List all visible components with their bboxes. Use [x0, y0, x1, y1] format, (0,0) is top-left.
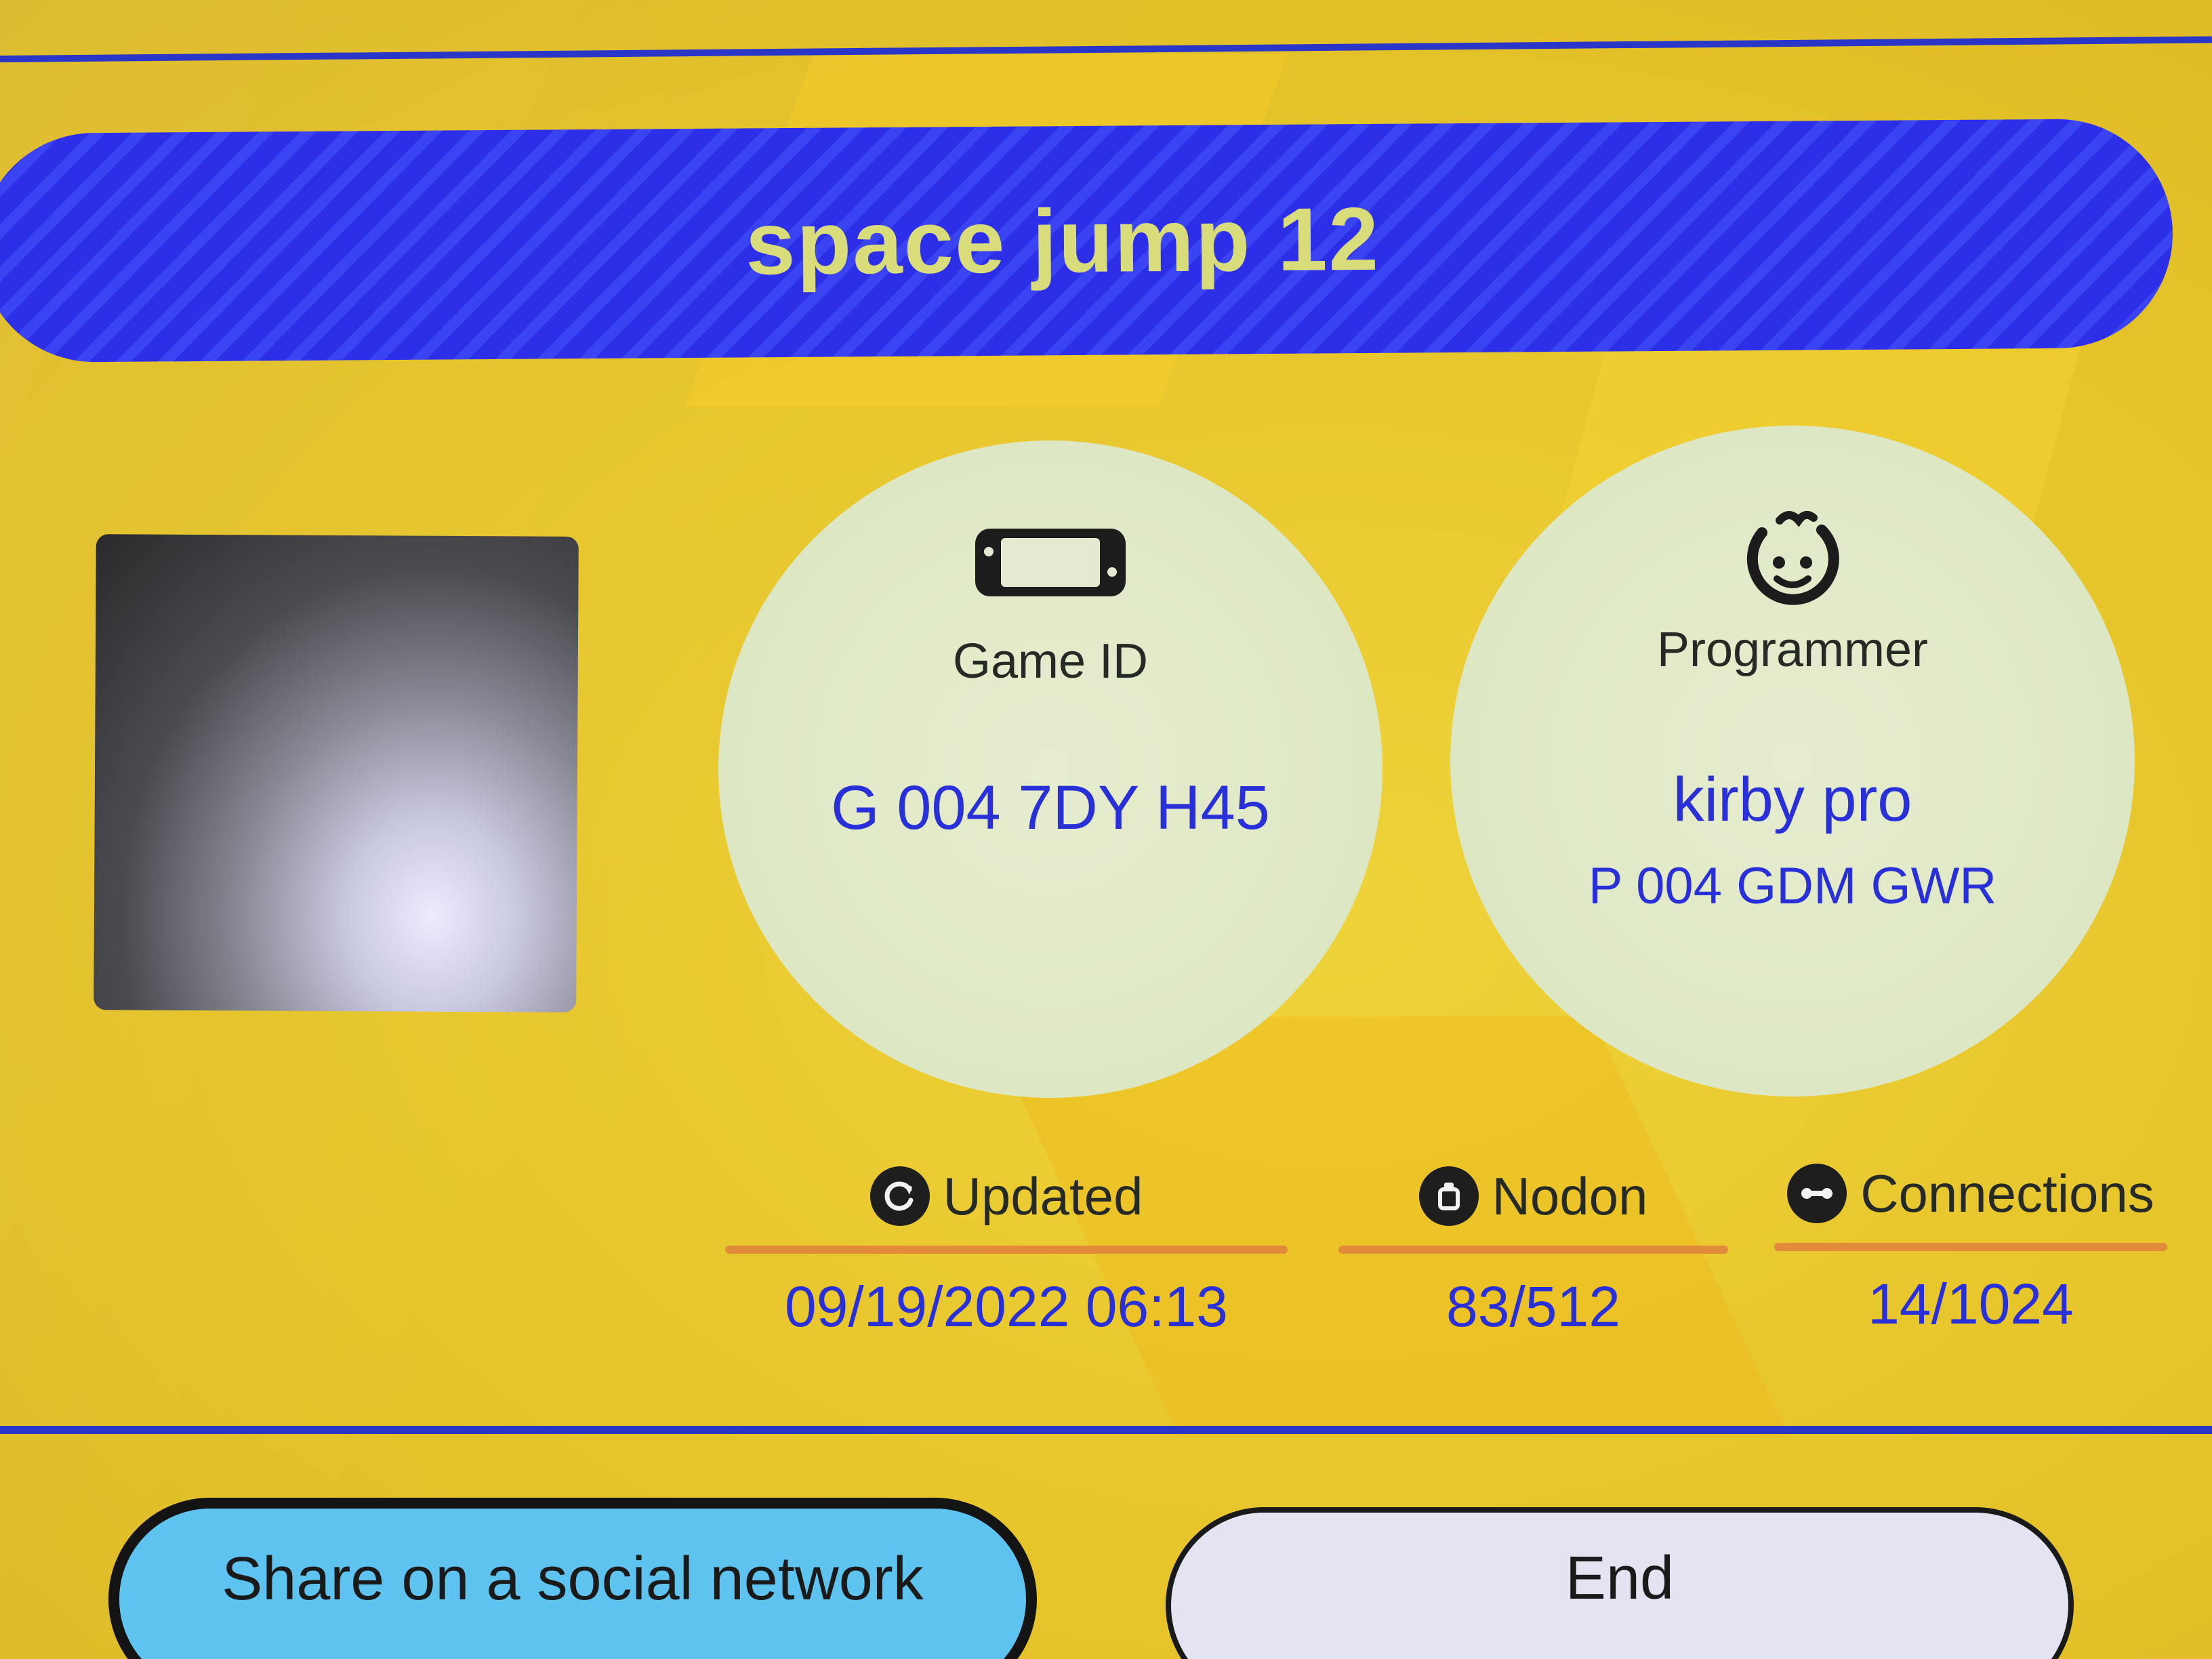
- end-button-label: End: [1565, 1544, 1675, 1612]
- programmer-card: Programmer kirby pro P 004 GDM GWR: [1450, 426, 2135, 1097]
- updated-stat: Updated 09/19/2022 06:13: [725, 1159, 1288, 1340]
- nodon-label: Nodon: [1492, 1166, 1648, 1226]
- game-id-value: G 004 7DY H45: [831, 773, 1270, 842]
- title-bar: space jump 12: [0, 118, 2174, 363]
- nodon-rule: [1338, 1246, 1728, 1254]
- bottom-divider: [0, 1426, 2212, 1434]
- updated-value: 09/19/2022 06:13: [785, 1275, 1228, 1338]
- nodon-value: 83/512: [1446, 1275, 1620, 1338]
- connections-rule: [1774, 1243, 2167, 1251]
- end-button[interactable]: End: [1166, 1507, 2074, 1659]
- programmer-name: kirby pro: [1673, 765, 1912, 834]
- updated-label: Updated: [943, 1166, 1143, 1226]
- nodon-stat: Nodon 83/512: [1338, 1159, 1728, 1340]
- game-id-card: Game ID G 004 7DY H45: [718, 441, 1382, 1098]
- game-thumbnail: [94, 534, 579, 1012]
- programmer-id: P 004 GDM GWR: [1588, 857, 1997, 915]
- game-title: space jump 12: [745, 188, 1380, 293]
- connections-value: 14/1024: [1868, 1272, 2074, 1336]
- share-button-label: Share on a social network: [222, 1544, 924, 1613]
- share-button[interactable]: Share on a social network: [108, 1498, 1037, 1659]
- game-info-screen: space jump 12 Game ID G 004 7DY H45 Prog…: [0, 0, 2212, 1659]
- smiley-face-icon: [1735, 506, 1850, 610]
- refresh-icon: [869, 1166, 930, 1226]
- game-id-label: Game ID: [952, 634, 1149, 689]
- console-icon: [972, 522, 1128, 606]
- connections-label: Connections: [1860, 1163, 2154, 1223]
- programmer-label: Programmer: [1656, 623, 1929, 677]
- updated-rule: [725, 1246, 1288, 1254]
- connections-stat: Connections 14/1024: [1774, 1156, 2167, 1337]
- nodon-icon: [1418, 1166, 1479, 1226]
- connection-icon: [1787, 1164, 1847, 1223]
